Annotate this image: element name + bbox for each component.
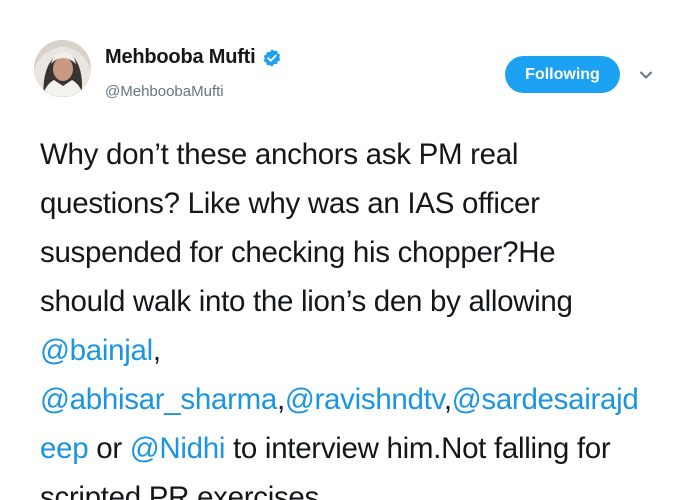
tweet-text-segment: scripted PR exercises — [40, 481, 319, 500]
mention-link[interactable]: @Nidhi — [130, 432, 226, 465]
following-button[interactable]: Following — [505, 56, 620, 93]
mention-link[interactable]: @ravishndtv — [285, 383, 444, 416]
display-name[interactable]: Mehbooba Mufti — [105, 46, 256, 69]
tweet-text-segment: , — [443, 383, 452, 416]
tweet-text-line: suspended for checking his chopper?He — [40, 228, 680, 277]
tweet-text-segment: questions? Like why was an IAS officer — [40, 187, 540, 220]
tweet-text-segment: , — [276, 383, 285, 416]
tweet-text-segment: to interview him.Not falling for — [225, 432, 611, 465]
user-avatar-image — [34, 40, 91, 97]
mention-link[interactable]: @sardesairajd — [452, 383, 639, 416]
tweet-text-segment: should walk into the lion’s den by allow… — [40, 285, 573, 318]
mention-link[interactable]: @bainjal — [40, 334, 153, 367]
tweet-text-line: scripted PR exercises — [40, 473, 680, 500]
avatar[interactable] — [34, 40, 91, 97]
tweet-text-segment: suspended for checking his chopper?He — [40, 236, 556, 269]
tweet-text-line: should walk into the lion’s den by allow… — [40, 277, 680, 326]
tweet-text-line: eep or @Nidhi to interview him.Not falli… — [40, 424, 680, 473]
mention-link[interactable]: eep — [40, 432, 89, 465]
tweet-text-line: @bainjal, — [40, 326, 680, 375]
mention-link[interactable]: @abhisar_sharma — [40, 383, 277, 416]
tweet-text-segment: , — [152, 334, 161, 367]
tweet-text-segment: or — [88, 432, 130, 465]
verified-badge-icon — [262, 48, 282, 68]
chevron-down-icon[interactable] — [637, 66, 655, 84]
tweet-card: Mehbooba Mufti @MehboobaMufti Following … — [0, 0, 700, 500]
tweet-text-line: Why don’t these anchors ask PM real — [40, 130, 680, 179]
user-handle[interactable]: @MehboobaMufti — [105, 83, 224, 100]
tweet-text-segment: Why don’t these anchors ask PM real — [40, 138, 519, 171]
name-row: Mehbooba Mufti — [105, 46, 282, 69]
tweet-text-line: questions? Like why was an IAS officer — [40, 179, 680, 228]
tweet-text-line: @abhisar_sharma,@ravishndtv,@sardesairaj… — [40, 375, 680, 424]
tweet-text: Why don’t these anchors ask PM real quest… — [40, 130, 680, 500]
